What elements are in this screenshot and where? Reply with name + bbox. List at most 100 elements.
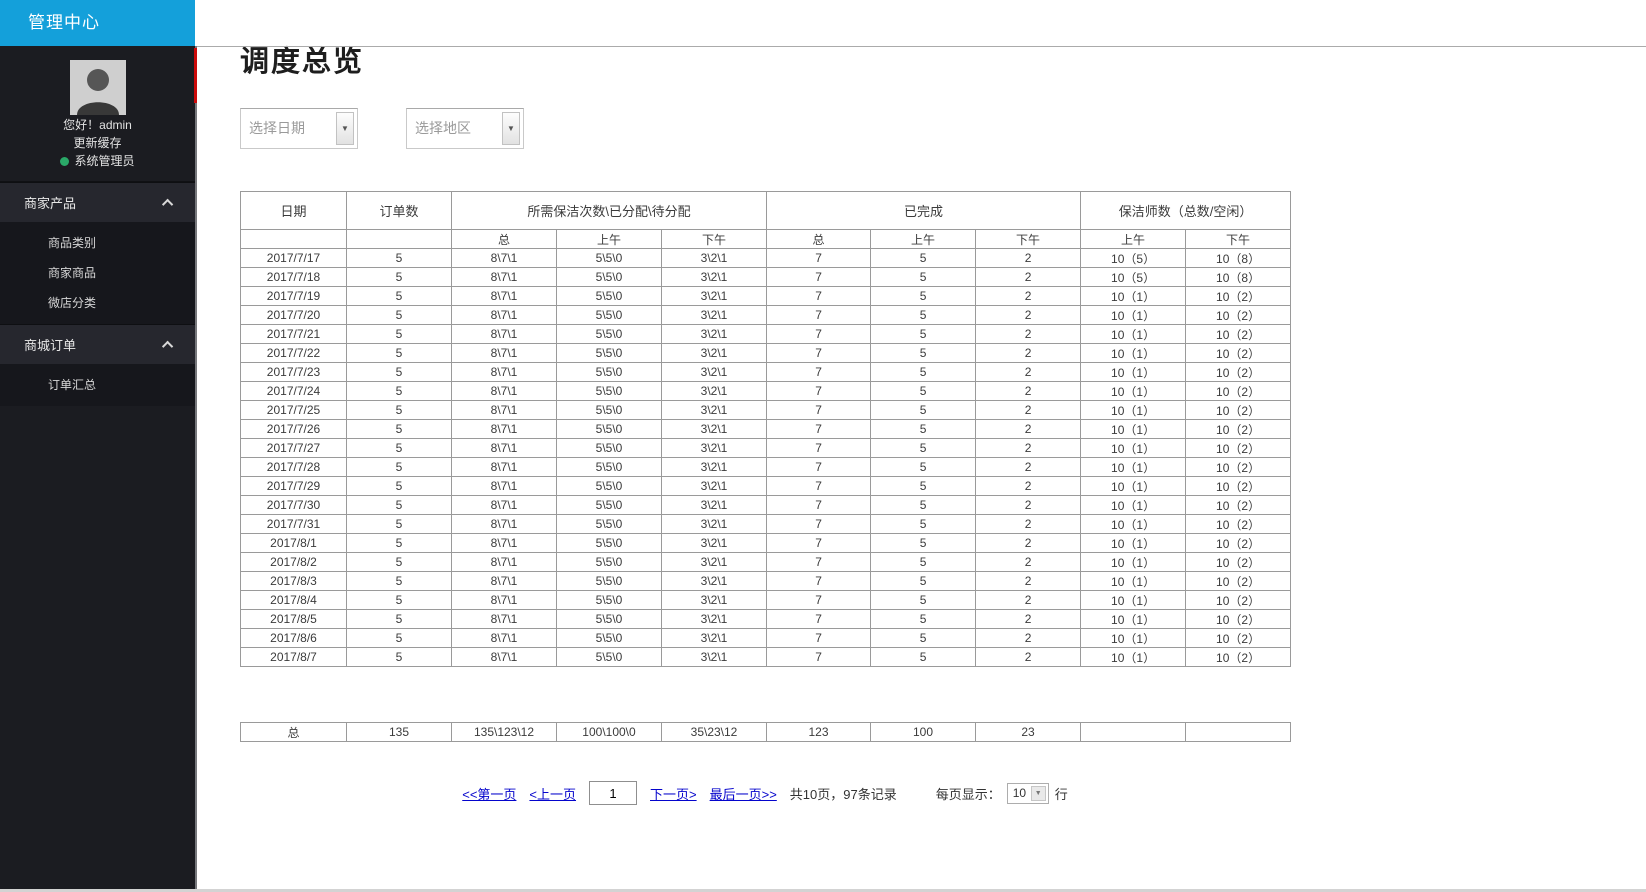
- refresh-cache-link[interactable]: 更新缓存: [0, 135, 195, 151]
- subheader-cell: 下午: [662, 230, 767, 249]
- date-filter-select[interactable]: 选择日期 ▼: [240, 108, 358, 149]
- table-cell: 7: [767, 572, 871, 591]
- table-cell: 2: [976, 515, 1081, 534]
- table-cell: 3\2\1: [662, 363, 767, 382]
- totals-cell: [1186, 723, 1291, 742]
- table-row: 2017/8/458\7\15\5\03\2\175210（1）10（2）: [241, 591, 1291, 610]
- table-cell: 5: [347, 572, 452, 591]
- dropdown-arrow-button[interactable]: ▼: [502, 112, 520, 145]
- table-cell: 5: [347, 363, 452, 382]
- table-cell: 2017/7/18: [241, 268, 347, 287]
- user-greeting: 您好！admin: [0, 117, 195, 133]
- per-page-control: 每页显示： 10 ▼ 行: [936, 783, 1068, 804]
- table-cell: 10（1）: [1081, 325, 1186, 344]
- chevron-up-icon: [162, 340, 173, 351]
- page-title: 调度总览: [240, 38, 1646, 80]
- table-cell: 8\7\1: [452, 534, 557, 553]
- subheader-cell: 下午: [1186, 230, 1291, 249]
- table-cell: 8\7\1: [452, 344, 557, 363]
- table-row: 2017/7/1858\7\15\5\03\2\175210（5）10（8）: [241, 268, 1291, 287]
- table-cell: 3\2\1: [662, 629, 767, 648]
- sidebar-item-product-category[interactable]: 商品类别: [0, 228, 195, 258]
- table-cell: 5: [871, 382, 976, 401]
- table-cell: 5: [871, 249, 976, 268]
- table-cell: 5\5\0: [557, 477, 662, 496]
- table-cell: 8\7\1: [452, 325, 557, 344]
- table-cell: 10（1）: [1081, 648, 1186, 667]
- per-page-value: 10: [1013, 786, 1026, 800]
- table-cell: 8\7\1: [452, 629, 557, 648]
- sidebar-group-merchant-products[interactable]: 商家产品: [0, 182, 195, 222]
- table-cell: 7: [767, 249, 871, 268]
- table-cell: 5\5\0: [557, 420, 662, 439]
- table-row: 2017/7/2058\7\15\5\03\2\175210（1）10（2）: [241, 306, 1291, 325]
- sidebar-scrollbar-track: [195, 46, 197, 892]
- table-cell: 10（2）: [1186, 496, 1291, 515]
- table-cell: 8\7\1: [452, 572, 557, 591]
- first-page-link[interactable]: <<第一页: [462, 784, 516, 803]
- pagination-summary: 共10页，97条记录: [790, 784, 897, 803]
- prev-page-link[interactable]: <上一页: [529, 784, 576, 803]
- table-cell: 5: [347, 629, 452, 648]
- table-cell: 10（1）: [1081, 610, 1186, 629]
- region-filter-select[interactable]: 选择地区 ▼: [406, 108, 524, 149]
- table-cell: 5\5\0: [557, 249, 662, 268]
- table-cell: 5: [347, 382, 452, 401]
- pagination: <<第一页 <上一页 下一页> 最后一页>> 共10页，97条记录 每页显示： …: [240, 781, 1290, 805]
- page-number-input[interactable]: [589, 781, 637, 805]
- sidebar-scrollbar-thumb[interactable]: [194, 48, 197, 103]
- table-cell: 2017/8/2: [241, 553, 347, 572]
- sidebar-item-merchant-goods[interactable]: 商家商品: [0, 258, 195, 288]
- table-cell: 5: [347, 496, 452, 515]
- table-row: 2017/7/2158\7\15\5\03\2\175210（1）10（2）: [241, 325, 1291, 344]
- header-required-cleanings: 所需保洁次数\已分配\待分配: [452, 192, 767, 230]
- per-page-select[interactable]: 10 ▼: [1007, 783, 1049, 804]
- table-cell: 3\2\1: [662, 420, 767, 439]
- dropdown-arrow-button[interactable]: ▼: [336, 112, 354, 145]
- table-cell: 2: [976, 496, 1081, 515]
- subheader-cell: 上午: [871, 230, 976, 249]
- table-cell: 5: [347, 287, 452, 306]
- sidebar-item-microstore-category[interactable]: 微店分类: [0, 288, 195, 318]
- table-cell: 5: [347, 477, 452, 496]
- per-page-arrow-button[interactable]: ▼: [1031, 786, 1046, 801]
- table-cell: 3\2\1: [662, 477, 767, 496]
- table-row: 2017/7/2858\7\15\5\03\2\175210（1）10（2）: [241, 458, 1291, 477]
- sidebar-group-mall-orders[interactable]: 商城订单: [0, 324, 195, 364]
- table-cell: 10（1）: [1081, 477, 1186, 496]
- table-cell: 10（1）: [1081, 439, 1186, 458]
- table-cell: 7: [767, 268, 871, 287]
- table-cell: 3\2\1: [662, 249, 767, 268]
- table-cell: 2: [976, 458, 1081, 477]
- table-row: 2017/7/2658\7\15\5\03\2\175210（1）10（2）: [241, 420, 1291, 439]
- table-row: 2017/7/2958\7\15\5\03\2\175210（1）10（2）: [241, 477, 1291, 496]
- table-cell: 5: [871, 629, 976, 648]
- table-cell: 2017/7/23: [241, 363, 347, 382]
- table-cell: 8\7\1: [452, 553, 557, 572]
- table-cell: 5\5\0: [557, 439, 662, 458]
- table-cell: 2017/7/31: [241, 515, 347, 534]
- table-cell: 2: [976, 344, 1081, 363]
- table-cell: 10（1）: [1081, 306, 1186, 325]
- table-cell: 8\7\1: [452, 306, 557, 325]
- table-cell: 10（1）: [1081, 572, 1186, 591]
- subheader-cell: 总: [767, 230, 871, 249]
- totals-cell: 123: [767, 723, 871, 742]
- next-page-link[interactable]: 下一页>: [650, 784, 697, 803]
- table-cell: 10（1）: [1081, 591, 1186, 610]
- sidebar-item-order-summary[interactable]: 订单汇总: [0, 370, 195, 400]
- table-cell: 3\2\1: [662, 534, 767, 553]
- table-cell: 3\2\1: [662, 648, 767, 667]
- totals-cell: 135: [347, 723, 452, 742]
- table-cell: 10（2）: [1186, 306, 1291, 325]
- table-cell: 5: [347, 420, 452, 439]
- table-cell: 8\7\1: [452, 477, 557, 496]
- table-cell: 10（1）: [1081, 629, 1186, 648]
- table-cell: 2017/7/22: [241, 344, 347, 363]
- table-cell: 7: [767, 515, 871, 534]
- table-cell: 8\7\1: [452, 268, 557, 287]
- main-area: 调度总览 选择日期 ▼ 选择地区 ▼ 日期: [197, 0, 1646, 892]
- table-cell: 2017/7/25: [241, 401, 347, 420]
- last-page-link[interactable]: 最后一页>>: [710, 784, 777, 803]
- table-cell: 8\7\1: [452, 458, 557, 477]
